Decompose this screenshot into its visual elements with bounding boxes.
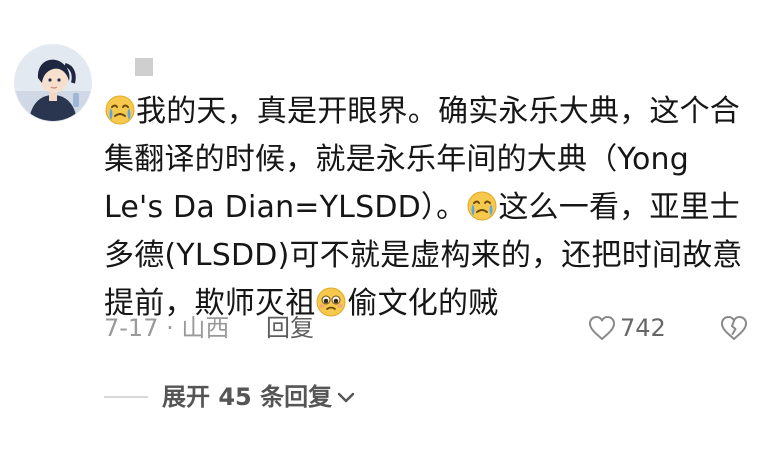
broken-heart-icon — [720, 315, 748, 341]
chevron-down-icon — [336, 380, 356, 414]
dislike-button[interactable] — [720, 312, 748, 344]
comment-item: 我的天，真是开眼界。确实永乐大典，这个合集翻译的时候，就是永乐年间的大典（Yon… — [0, 0, 774, 450]
crying-emoji-icon — [104, 94, 136, 126]
comment-meta: 7-17 · 山西 回复 742 — [104, 312, 760, 344]
like-count: 742 — [620, 314, 666, 342]
comment-body: 我的天，真是开眼界。确实永乐大典，这个合集翻译的时候，就是永乐年间的大典（Yon… — [104, 88, 756, 328]
divider — [104, 396, 148, 398]
reply-button[interactable]: 回复 — [266, 312, 314, 344]
username-placeholder — [135, 58, 153, 76]
expand-replies-label: 展开 45 条回复 — [162, 383, 333, 411]
date-location: 7-17 · 山西 — [104, 314, 230, 342]
like-button[interactable]: 742 — [588, 312, 666, 344]
avatar[interactable] — [14, 44, 92, 122]
expand-replies-button[interactable]: 展开 45 条回复 — [162, 380, 356, 414]
heart-icon — [588, 315, 616, 341]
crying-emoji-icon — [466, 190, 498, 222]
expand-replies-row: 展开 45 条回复 — [104, 380, 356, 414]
